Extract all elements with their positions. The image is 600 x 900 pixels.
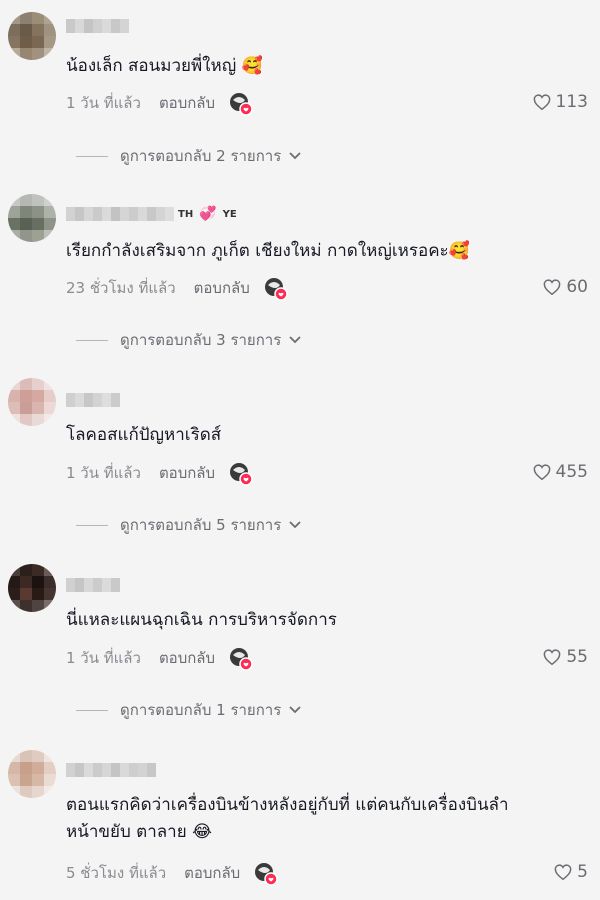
reply-button[interactable]: ตอบกลับ <box>159 91 215 115</box>
comment-text: เรียกกำลังเสริมจาก ภูเก็ต เชียงใหม่ กาดใ… <box>66 241 470 261</box>
comment-time: 1 วัน ที่แล้ว <box>66 649 141 667</box>
view-replies-label: ดูการตอบกลับ 1 รายการ <box>120 701 282 719</box>
like-button[interactable]: 113 <box>533 92 588 112</box>
creator-liked-avatar <box>229 462 253 486</box>
chevron-down-icon <box>289 336 301 344</box>
heart-outline-icon <box>554 864 572 880</box>
username-blurred <box>66 763 156 777</box>
chevron-down-icon <box>289 521 301 529</box>
comment-time: 5 ชั่วโมง ที่แล้ว <box>66 864 167 882</box>
username[interactable] <box>66 392 120 408</box>
view-replies-button[interactable]: ดูการตอบกลับ 5 รายการ <box>76 513 301 537</box>
divider-line <box>76 524 108 526</box>
divider-line <box>76 155 108 157</box>
comment-text-line: ตอนแรกคิดว่าเครื่องบินข้างหลังอยู่กับที่… <box>66 795 509 815</box>
avatar[interactable] <box>8 750 56 798</box>
creator-liked-avatar <box>229 647 253 671</box>
username-blurred <box>66 393 120 407</box>
comment-text: นี่แหละแผนฉุกเฉิน การบริหารจัดการ <box>66 610 337 630</box>
avatar[interactable] <box>8 378 56 426</box>
username-suffix: YE <box>222 208 237 220</box>
like-button[interactable]: 60 <box>543 277 588 297</box>
comment-time: 23 ชั่วโมง ที่แล้ว <box>66 279 176 297</box>
chevron-down-icon <box>289 152 301 160</box>
username-suffix: TH <box>178 208 194 220</box>
like-count: 113 <box>555 92 588 112</box>
reply-button[interactable]: ตอบกลับ <box>159 646 215 670</box>
like-button[interactable]: 455 <box>533 462 588 482</box>
view-replies-button[interactable]: ดูการตอบกลับ 2 รายการ <box>76 144 301 168</box>
reply-button[interactable]: ตอบกลับ <box>184 861 240 885</box>
like-button[interactable]: 5 <box>554 862 588 882</box>
comment-text: ตอนแรกคิดว่าเครื่องบินข้างหลังอยู่กับที่… <box>66 792 576 846</box>
view-replies-button[interactable]: ดูการตอบกลับ 1 รายการ <box>76 698 301 722</box>
avatar[interactable] <box>8 12 56 60</box>
reply-button[interactable]: ตอบกลับ <box>159 461 215 485</box>
comment-time: 1 วัน ที่แล้ว <box>66 464 141 482</box>
username-blurred <box>66 578 120 592</box>
divider-line <box>76 339 108 341</box>
username-blurred <box>66 207 174 221</box>
reply-button[interactable]: ตอบกลับ <box>194 276 250 300</box>
view-replies-label: ดูการตอบกลับ 2 รายการ <box>120 147 282 165</box>
username[interactable] <box>66 18 129 34</box>
view-replies-label: ดูการตอบกลับ 3 รายการ <box>120 331 282 349</box>
view-replies-label: ดูการตอบกลับ 5 รายการ <box>120 516 282 534</box>
comment-text: น้องเล็ก สอนมวยพี่ใหญ่ 🥰 <box>66 56 263 76</box>
comment-time: 1 วัน ที่แล้ว <box>66 94 141 112</box>
divider-line <box>76 709 108 711</box>
creator-liked-avatar <box>254 862 278 886</box>
chevron-down-icon <box>289 706 301 714</box>
comment-text: โลคอสแก้ปัญหาเริดส์ <box>66 425 222 445</box>
comment-text-line: หน้าขยับ ตาลาย 😂 <box>66 822 212 842</box>
like-count: 455 <box>555 462 588 482</box>
username[interactable] <box>66 577 120 593</box>
heart-outline-icon <box>533 464 550 480</box>
creator-liked-avatar <box>264 277 288 301</box>
like-count: 55 <box>566 647 588 667</box>
creator-liked-avatar <box>229 92 253 116</box>
username-blurred <box>66 19 129 33</box>
username[interactable]: TH 💞 YE <box>66 206 237 222</box>
username[interactable] <box>66 762 156 778</box>
avatar[interactable] <box>8 564 56 612</box>
view-replies-button[interactable]: ดูการตอบกลับ 3 รายการ <box>76 328 301 352</box>
heart-outline-icon <box>533 94 550 110</box>
like-button[interactable]: 55 <box>543 647 588 667</box>
avatar[interactable] <box>8 194 56 242</box>
heart-outline-icon <box>543 279 561 295</box>
hearts-emoji: 💞 <box>199 206 217 222</box>
like-count: 60 <box>566 277 588 297</box>
like-count: 5 <box>577 862 588 882</box>
heart-outline-icon <box>543 649 561 665</box>
